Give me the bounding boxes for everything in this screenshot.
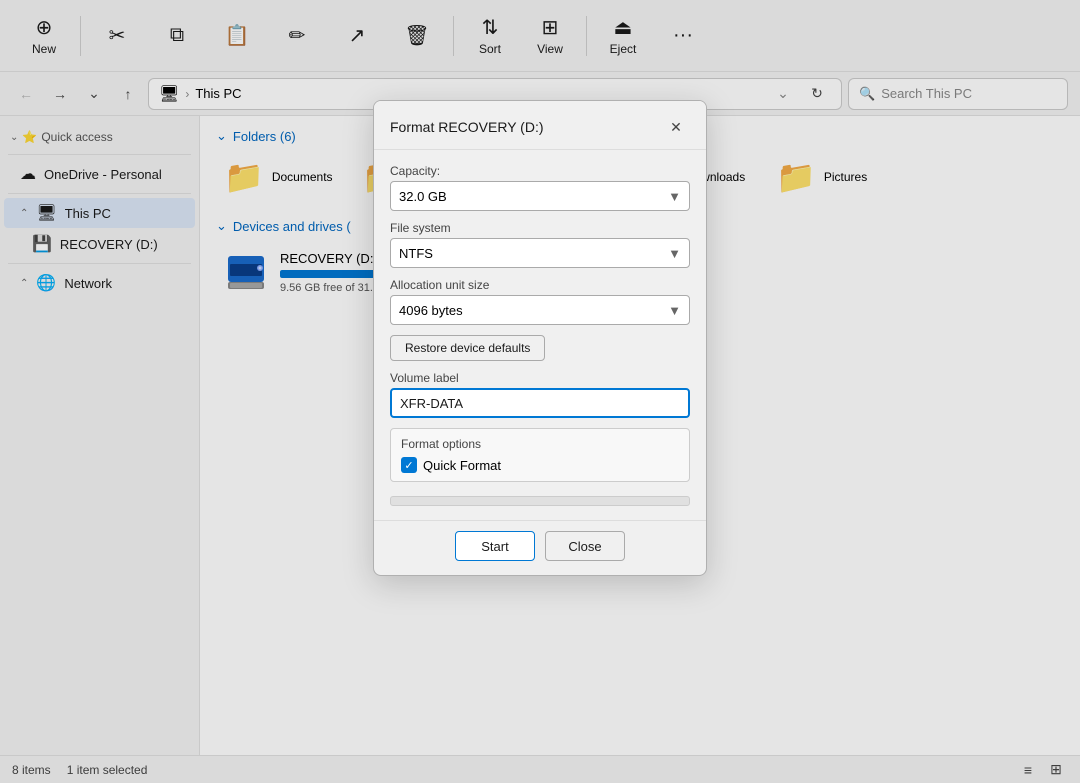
filesystem-select[interactable]: NTFS ▼ [390, 238, 690, 268]
allocation-field: Allocation unit size 4096 bytes ▼ [390, 278, 690, 325]
dialog-close-button[interactable]: ✕ [662, 113, 690, 141]
allocation-label: Allocation unit size [390, 278, 690, 292]
format-dialog: Format RECOVERY (D:) ✕ Capacity: 32.0 GB… [373, 100, 707, 576]
close-button[interactable]: Close [545, 531, 625, 561]
allocation-select[interactable]: 4096 bytes ▼ [390, 295, 690, 325]
dialog-title: Format RECOVERY (D:) [390, 119, 544, 135]
capacity-field: Capacity: 32.0 GB ▼ [390, 164, 690, 211]
format-options-title: Format options [401, 437, 679, 451]
filesystem-label: File system [390, 221, 690, 235]
allocation-dropdown-arrow: ▼ [668, 303, 681, 318]
dialog-footer: Start Close [374, 520, 706, 575]
dialog-titlebar: Format RECOVERY (D:) ✕ [374, 101, 706, 150]
capacity-select[interactable]: 32.0 GB ▼ [390, 181, 690, 211]
restore-btn-label: Restore device defaults [405, 341, 530, 355]
filesystem-dropdown-arrow: ▼ [668, 246, 681, 261]
capacity-dropdown-arrow: ▼ [668, 189, 681, 204]
format-options-box: Format options ✓ Quick Format [390, 428, 690, 482]
start-btn-label: Start [481, 539, 508, 554]
quick-format-label: Quick Format [423, 458, 501, 473]
progress-section [390, 496, 690, 506]
capacity-value: 32.0 GB [399, 189, 447, 204]
capacity-label: Capacity: [390, 164, 690, 178]
close-x-icon: ✕ [670, 119, 682, 136]
filesystem-field: File system NTFS ▼ [390, 221, 690, 268]
dialog-body: Capacity: 32.0 GB ▼ File system NTFS ▼ A… [374, 150, 706, 520]
start-button[interactable]: Start [455, 531, 535, 561]
volume-label-field: Volume label [390, 371, 690, 418]
filesystem-value: NTFS [399, 246, 433, 261]
volume-label-title: Volume label [390, 371, 690, 385]
quick-format-checkbox[interactable]: ✓ [401, 457, 417, 473]
volume-label-input[interactable] [390, 388, 690, 418]
restore-defaults-button[interactable]: Restore device defaults [390, 335, 545, 361]
restore-defaults-container: Restore device defaults [390, 335, 690, 361]
quick-format-row: ✓ Quick Format [401, 457, 679, 473]
format-progress-bar [390, 496, 690, 506]
close-btn-label: Close [568, 539, 601, 554]
allocation-value: 4096 bytes [399, 303, 463, 318]
modal-overlay: Format RECOVERY (D:) ✕ Capacity: 32.0 GB… [0, 0, 1080, 783]
